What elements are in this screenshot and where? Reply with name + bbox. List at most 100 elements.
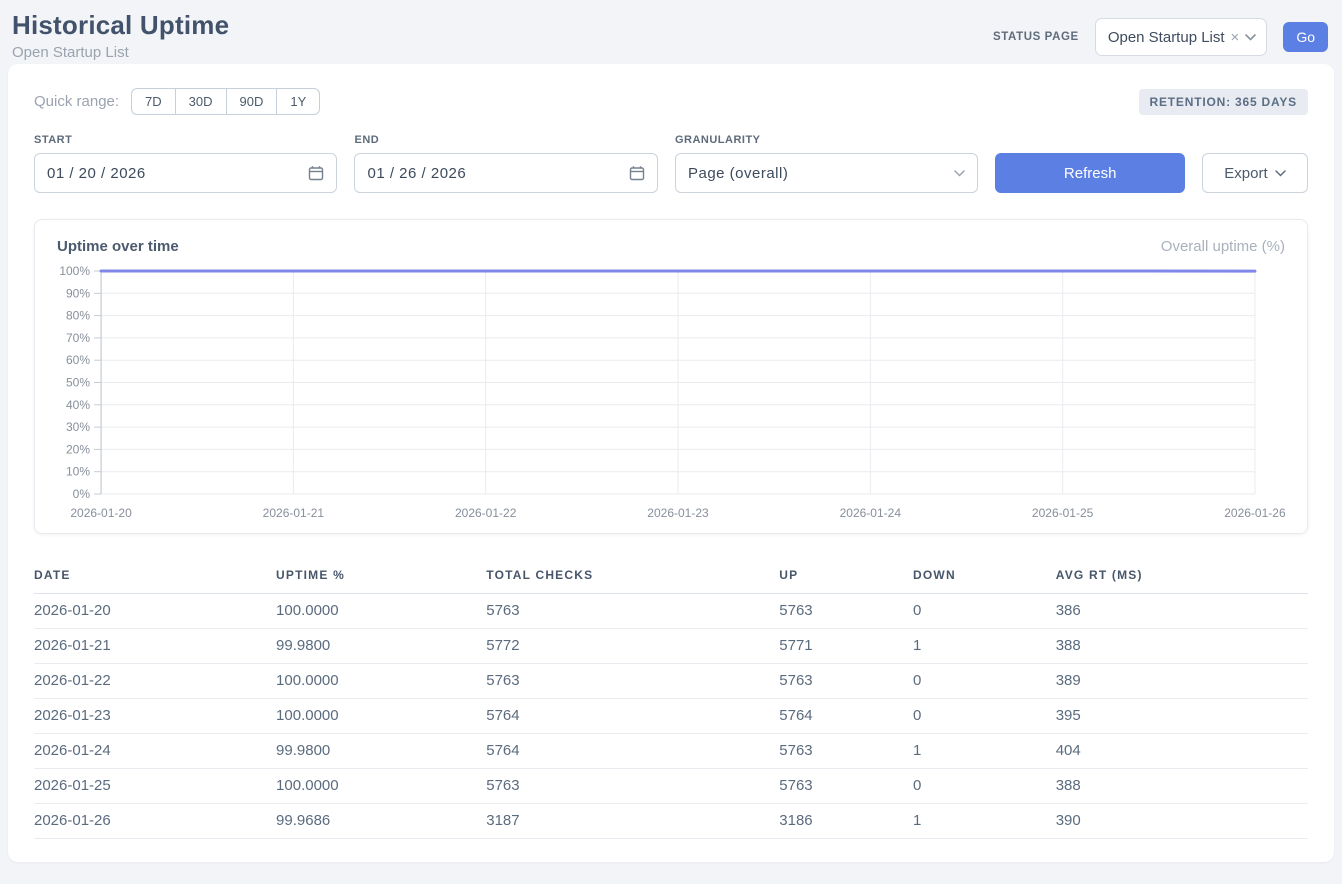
table-cell: 2026-01-23 (34, 699, 276, 734)
granularity-select[interactable]: Page (overall) (675, 153, 978, 193)
svg-text:2026-01-23: 2026-01-23 (647, 506, 709, 520)
svg-text:2026-01-21: 2026-01-21 (263, 506, 325, 520)
quick-range-30d-button[interactable]: 30D (175, 88, 227, 115)
quick-range-buttons: 7D 30D 90D 1Y (131, 88, 320, 115)
table-cell: 99.9800 (276, 629, 486, 664)
table-cell: 2026-01-24 (34, 734, 276, 769)
start-date-input[interactable]: 01 / 20 / 2026 (34, 153, 337, 193)
status-page-label: STATUS PAGE (993, 31, 1079, 43)
go-button[interactable]: Go (1283, 22, 1328, 52)
table-row: 2026-01-2499.9800576457631404 (34, 734, 1308, 769)
chart-header: Uptime over time Overall uptime (%) (57, 238, 1285, 255)
uptime-line-chart: 0%10%20%30%40%50%60%70%80%90%100%2026-01… (57, 263, 1285, 525)
quick-range-group: Quick range: 7D 30D 90D 1Y (34, 88, 320, 115)
page-subtitle: Open Startup List (12, 44, 229, 61)
table-cell: 5763 (486, 594, 779, 629)
svg-text:2026-01-26: 2026-01-26 (1224, 506, 1285, 520)
table-cell: 3186 (779, 804, 913, 839)
header-controls: STATUS PAGE Open Startup List × Go (993, 18, 1328, 56)
uptime-table: DATEUPTIME %TOTAL CHECKSUPDOWNAVG RT (MS… (34, 562, 1308, 839)
table-cell: 5763 (779, 594, 913, 629)
table-cell: 5763 (779, 664, 913, 699)
chevron-down-icon (1245, 34, 1256, 41)
export-button[interactable]: Export (1202, 153, 1308, 193)
table-cell: 0 (913, 699, 1056, 734)
table-row: 2026-01-20100.0000576357630386 (34, 594, 1308, 629)
svg-text:80%: 80% (66, 309, 90, 323)
quick-range-1y-button[interactable]: 1Y (276, 88, 320, 115)
quick-range-label: Quick range: (34, 93, 119, 110)
table-cell: 5763 (486, 769, 779, 804)
table-cell: 1 (913, 629, 1056, 664)
table-cell: 5764 (486, 699, 779, 734)
table-cell: 2026-01-21 (34, 629, 276, 664)
table-cell: 389 (1056, 664, 1308, 699)
start-date-value: 01 / 20 / 2026 (47, 165, 146, 182)
svg-text:10%: 10% (66, 465, 90, 479)
table-column-header: UP (779, 562, 913, 594)
status-page-select[interactable]: Open Startup List × (1095, 18, 1268, 56)
svg-text:40%: 40% (66, 398, 90, 412)
table-cell: 5772 (486, 629, 779, 664)
table-cell: 99.9686 (276, 804, 486, 839)
quick-range-90d-button[interactable]: 90D (226, 88, 278, 115)
svg-text:100%: 100% (59, 264, 90, 278)
table-column-header: DATE (34, 562, 276, 594)
clear-icon[interactable]: × (1231, 29, 1240, 46)
table-column-header: AVG RT (MS) (1056, 562, 1308, 594)
svg-text:90%: 90% (66, 286, 90, 300)
export-button-label: Export (1224, 165, 1267, 182)
chevron-down-icon (1275, 170, 1286, 177)
table-cell: 99.9800 (276, 734, 486, 769)
table-cell: 100.0000 (276, 664, 486, 699)
title-block: Historical Uptime Open Startup List (12, 10, 229, 61)
table-cell: 100.0000 (276, 699, 486, 734)
svg-text:2026-01-20: 2026-01-20 (70, 506, 132, 520)
table-header-row: DATEUPTIME %TOTAL CHECKSUPDOWNAVG RT (MS… (34, 562, 1308, 594)
table-cell: 0 (913, 594, 1056, 629)
end-date-field: END 01 / 26 / 2026 (354, 134, 657, 193)
chevron-down-icon (954, 170, 965, 177)
chart-title: Uptime over time (57, 238, 179, 255)
end-date-input[interactable]: 01 / 26 / 2026 (354, 153, 657, 193)
refresh-button[interactable]: Refresh (995, 153, 1184, 193)
svg-text:30%: 30% (66, 420, 90, 434)
status-page-value: Open Startup List (1108, 29, 1225, 46)
uptime-chart-card: Uptime over time Overall uptime (%) 0%10… (34, 219, 1308, 534)
table-cell: 404 (1056, 734, 1308, 769)
table-cell: 3187 (486, 804, 779, 839)
table-cell: 388 (1056, 769, 1308, 804)
table-cell: 0 (913, 769, 1056, 804)
calendar-icon[interactable] (629, 165, 645, 181)
table-cell: 0 (913, 664, 1056, 699)
svg-text:60%: 60% (66, 353, 90, 367)
table-row: 2026-01-2199.9800577257711388 (34, 629, 1308, 664)
start-date-label: START (34, 134, 337, 146)
svg-text:50%: 50% (66, 376, 90, 390)
table-cell: 5763 (779, 734, 913, 769)
table-row: 2026-01-25100.0000576357630388 (34, 769, 1308, 804)
page-header: Historical Uptime Open Startup List STAT… (0, 0, 1342, 64)
table-cell: 5764 (486, 734, 779, 769)
table-cell: 2026-01-20 (34, 594, 276, 629)
table-cell: 5771 (779, 629, 913, 664)
filters-row-quick-range: Quick range: 7D 30D 90D 1Y RETENTION: 36… (34, 88, 1308, 115)
svg-text:70%: 70% (66, 331, 90, 345)
table-row: 2026-01-23100.0000576457640395 (34, 699, 1308, 734)
quick-range-7d-button[interactable]: 7D (131, 88, 176, 115)
calendar-icon[interactable] (308, 165, 324, 181)
svg-text:20%: 20% (66, 442, 90, 456)
table-column-header: TOTAL CHECKS (486, 562, 779, 594)
table-cell: 388 (1056, 629, 1308, 664)
granularity-label: GRANULARITY (675, 134, 978, 146)
retention-badge: RETENTION: 365 DAYS (1139, 89, 1308, 115)
table-cell: 2026-01-22 (34, 664, 276, 699)
table-cell: 390 (1056, 804, 1308, 839)
table-cell: 5763 (779, 769, 913, 804)
filters-row-inputs: START 01 / 20 / 2026 END 01 / 26 / 2026 … (34, 134, 1308, 193)
table-column-header: UPTIME % (276, 562, 486, 594)
end-date-value: 01 / 26 / 2026 (367, 165, 466, 182)
granularity-field: GRANULARITY Page (overall) (675, 134, 978, 193)
table-cell: 100.0000 (276, 594, 486, 629)
table-cell: 1 (913, 804, 1056, 839)
